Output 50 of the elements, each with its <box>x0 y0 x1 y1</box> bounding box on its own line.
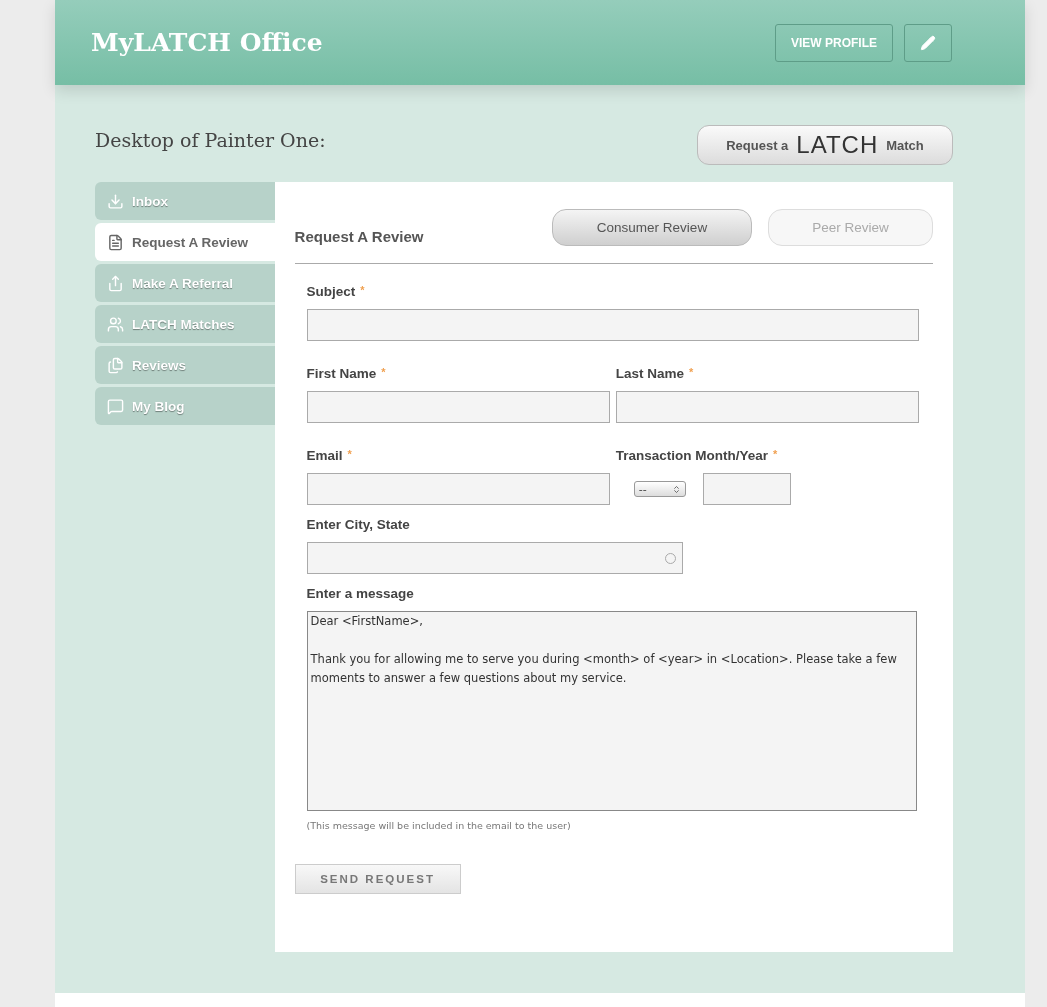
sidebar-item[interactable]: LATCH Matches <box>95 305 275 343</box>
field-label: First Name * <box>306 366 387 381</box>
required-mark: * <box>360 284 365 296</box>
updown-arrows-icon <box>671 484 681 494</box>
share-icon <box>107 274 124 292</box>
field-label: Email * <box>306 448 353 463</box>
sidebar-item[interactable]: Make A Referral <box>95 264 275 302</box>
sidebar-label: Inbox <box>132 193 168 209</box>
sidebar-label: Reviews <box>132 357 187 373</box>
app-title: MyLATCH Office <box>91 28 323 57</box>
sidebar-item[interactable]: My Blog <box>95 387 275 425</box>
download-icon <box>107 192 124 210</box>
sidebar-label: My Blog <box>132 398 185 414</box>
pages-icon <box>107 356 124 374</box>
subject-field[interactable] <box>306 309 919 341</box>
required-mark: * <box>347 448 352 460</box>
month-select[interactable]: -- <box>633 481 686 497</box>
sidebar-label: Request A Review <box>132 234 249 250</box>
required-mark: * <box>689 366 694 378</box>
form-title: Request A Review <box>294 228 424 245</box>
message-note: (This message will be included in the email to the user) <box>306 820 572 831</box>
field-label: Subject * <box>306 284 366 299</box>
speech-bubble-icon <box>107 397 124 415</box>
review-type-tab[interactable]: Peer Review <box>768 209 933 246</box>
desktop-title: Desktop of Painter One: <box>95 129 326 151</box>
field-label: Last Name * <box>615 366 695 381</box>
request-match-button[interactable]: Request a LATCH Match <box>697 125 953 165</box>
document-icon <box>107 233 124 251</box>
required-mark: * <box>773 448 778 460</box>
sidebar-label: LATCH Matches <box>132 316 235 332</box>
email-field[interactable] <box>306 473 610 505</box>
message-field[interactable]: Dear <FirstName>, Thank you for allowing me to serve you during <month> of <year> in <Location>. Please take a few moments to answer a few questions about my service. <box>306 611 917 811</box>
edit-button[interactable] <box>904 23 952 62</box>
sidebar-item[interactable]: Reviews <box>95 346 275 384</box>
sidebar-item[interactable]: Inbox <box>95 182 275 220</box>
year-field[interactable] <box>702 473 791 505</box>
first-name-field[interactable] <box>306 391 610 423</box>
field-label: Enter City, State <box>306 517 411 532</box>
last-name-field[interactable] <box>615 391 919 423</box>
pencil-icon <box>920 34 936 51</box>
people-icon <box>107 315 124 333</box>
sidebar-item[interactable]: Request A Review <box>95 223 275 261</box>
sidebar-label: Make A Referral <box>132 275 234 291</box>
required-mark: * <box>381 366 386 378</box>
view-profile-button[interactable]: VIEW PROFILE <box>775 23 893 62</box>
field-label: Transaction Month/Year * <box>615 448 779 463</box>
city-field[interactable] <box>306 542 683 574</box>
review-type-tab[interactable]: Consumer Review <box>552 209 752 246</box>
send-request-button[interactable]: SEND REQUEST <box>294 864 461 894</box>
field-label: Enter a message <box>306 586 415 601</box>
